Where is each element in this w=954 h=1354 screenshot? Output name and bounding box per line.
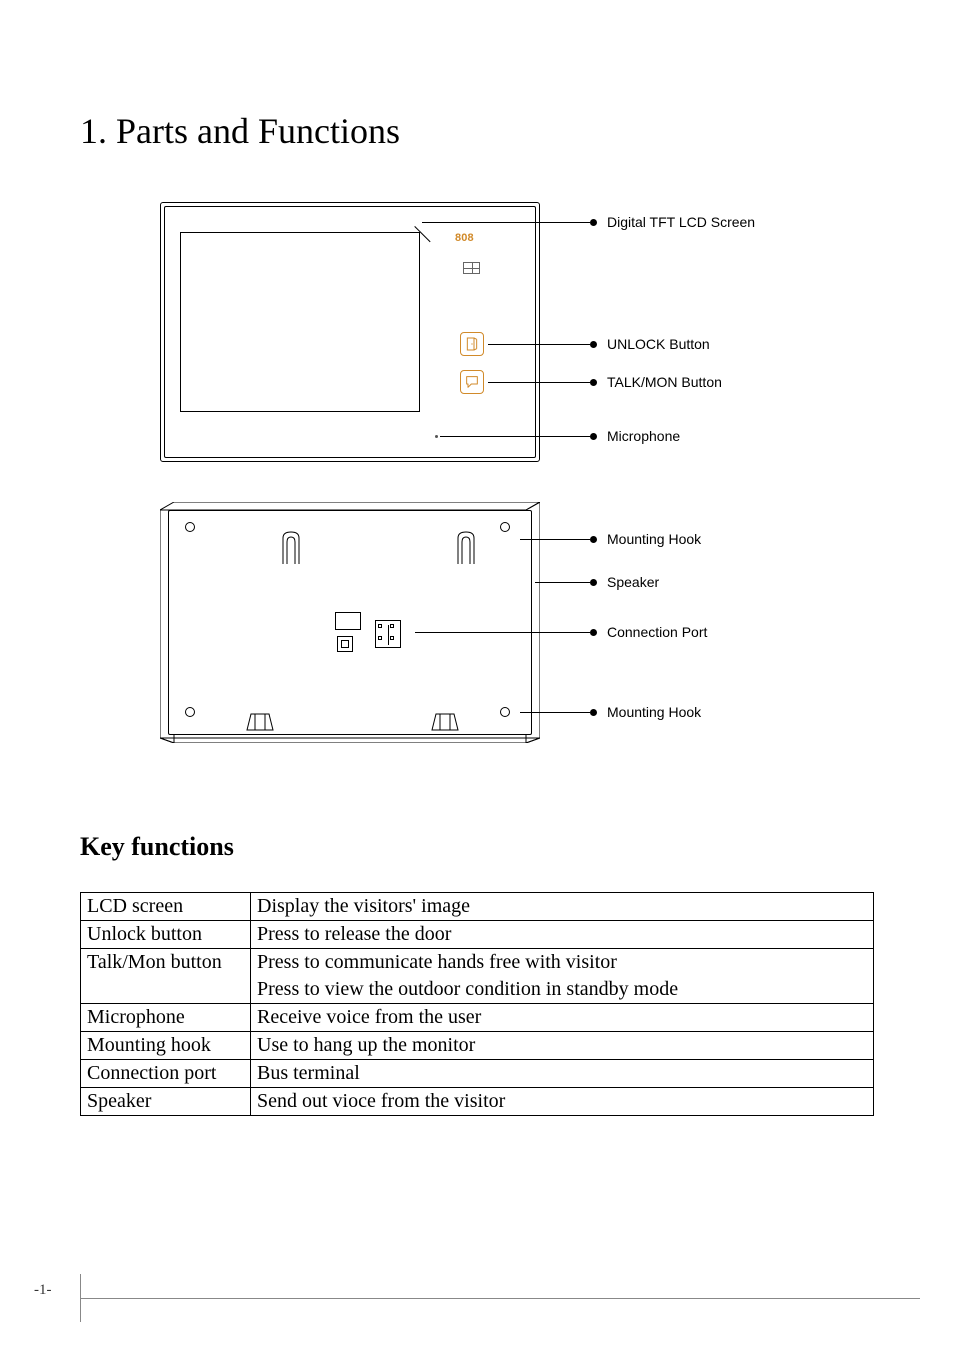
function-description: Press to view the outdoor condition in s… xyxy=(251,976,874,1004)
callout-text: Microphone xyxy=(607,428,680,444)
function-name: Unlock button xyxy=(81,921,251,949)
callout-text: Mounting Hook xyxy=(607,531,701,547)
function-description: Press to communicate hands free with vis… xyxy=(251,949,874,977)
function-name: Microphone xyxy=(81,1004,251,1032)
function-description: Use to hang up the monitor xyxy=(251,1032,874,1060)
table-row: MicrophoneReceive voice from the user xyxy=(81,1004,874,1032)
function-description: Receive voice from the user xyxy=(251,1004,874,1032)
table-row: Connection portBus terminal xyxy=(81,1060,874,1088)
function-name: Speaker xyxy=(81,1088,251,1116)
mounting-hook xyxy=(430,712,460,732)
function-description: Bus terminal xyxy=(251,1060,874,1088)
callout-microphone: Microphone xyxy=(590,428,680,444)
callout-speaker: Speaker xyxy=(590,574,659,590)
port-label-block xyxy=(335,612,361,630)
bus-terminal-pins xyxy=(378,624,398,644)
connection-port-area xyxy=(335,612,415,658)
callout-unlock-button: UNLOCK Button xyxy=(590,336,710,352)
function-name: Mounting hook xyxy=(81,1032,251,1060)
screw-hole xyxy=(500,707,510,717)
callout-mounting-hook: Mounting Hook xyxy=(590,704,701,720)
leader-line xyxy=(488,382,590,383)
leader-line xyxy=(422,222,590,223)
page-number: -1- xyxy=(34,1282,52,1299)
function-name: Connection port xyxy=(81,1060,251,1088)
callout-talk-button: TALK/MON Button xyxy=(590,374,722,390)
screw-hole xyxy=(185,707,195,717)
indicator-icon xyxy=(463,262,480,274)
callout-text: Digital TFT LCD Screen xyxy=(607,214,755,230)
mounting-hook xyxy=(455,530,477,564)
function-name xyxy=(81,976,251,1004)
device-logo: 808 xyxy=(455,232,505,246)
function-description: Press to release the door xyxy=(251,921,874,949)
leader-line xyxy=(488,344,590,345)
leader-line xyxy=(520,712,590,713)
page-footer: -1- xyxy=(0,1282,954,1322)
footer-rule xyxy=(80,1298,920,1299)
key-functions-table: LCD screenDisplay the visitors' imageUnl… xyxy=(80,892,874,1116)
table-row: LCD screenDisplay the visitors' image xyxy=(81,893,874,921)
leader-line xyxy=(440,436,590,437)
page-title: 1. Parts and Functions xyxy=(80,110,874,152)
port-square xyxy=(337,636,353,652)
talk-mon-button xyxy=(460,370,484,394)
callout-text: UNLOCK Button xyxy=(607,336,710,352)
unlock-button xyxy=(460,332,484,356)
leader-line xyxy=(415,632,590,633)
callout-text: Mounting Hook xyxy=(607,704,701,720)
table-row: Mounting hookUse to hang up the monitor xyxy=(81,1032,874,1060)
table-row: Press to view the outdoor condition in s… xyxy=(81,976,874,1004)
function-description: Send out vioce from the visitor xyxy=(251,1088,874,1116)
screw-hole xyxy=(185,522,195,532)
back-view xyxy=(160,502,540,747)
microphone-hole xyxy=(435,435,438,438)
table-row: Talk/Mon buttonPress to communicate hand… xyxy=(81,949,874,977)
callout-lcd-screen: Digital TFT LCD Screen xyxy=(590,214,755,230)
function-name: LCD screen xyxy=(81,893,251,921)
parts-diagram: 808 xyxy=(160,202,920,782)
function-description: Display the visitors' image xyxy=(251,893,874,921)
mounting-hook xyxy=(245,712,275,732)
screen-corner-mark xyxy=(415,226,435,246)
callout-connection-port: Connection Port xyxy=(590,624,707,640)
table-row: SpeakerSend out vioce from the visitor xyxy=(81,1088,874,1116)
table-row: Unlock buttonPress to release the door xyxy=(81,921,874,949)
screw-hole xyxy=(500,522,510,532)
leader-line xyxy=(535,582,590,583)
function-name: Talk/Mon button xyxy=(81,949,251,977)
section-heading: Key functions xyxy=(80,832,874,862)
leader-line xyxy=(520,539,590,540)
mounting-hook xyxy=(280,530,302,564)
callout-text: TALK/MON Button xyxy=(607,374,722,390)
lcd-screen xyxy=(180,232,420,412)
speech-bubble-icon xyxy=(464,374,480,390)
callout-text: Connection Port xyxy=(607,624,707,640)
front-view: 808 xyxy=(160,202,540,462)
callout-text: Speaker xyxy=(607,574,659,590)
door-icon xyxy=(464,336,480,352)
callout-mounting-hook: Mounting Hook xyxy=(590,531,701,547)
